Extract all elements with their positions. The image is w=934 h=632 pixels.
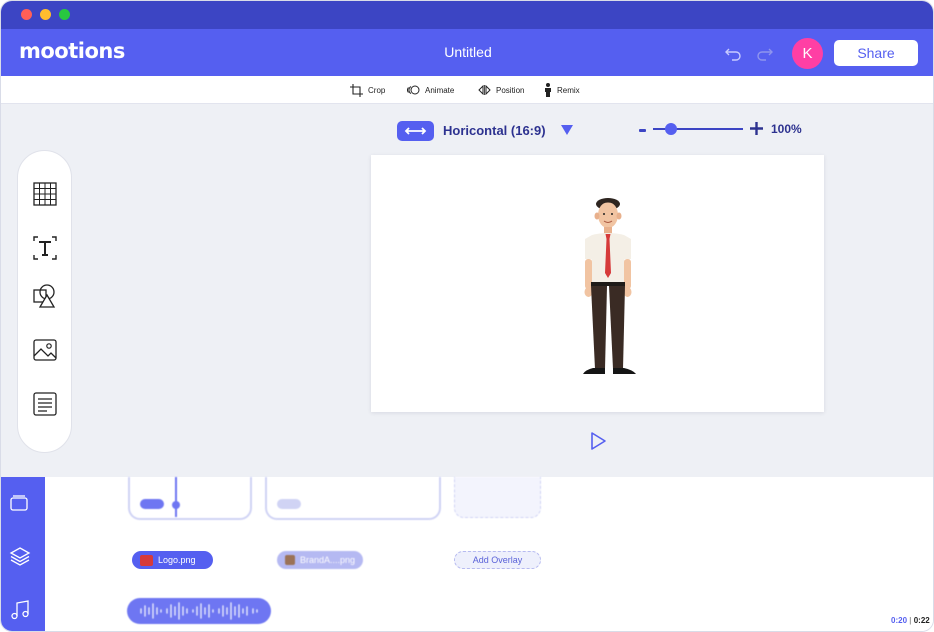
brand-thumbnail-icon bbox=[285, 555, 295, 565]
share-button[interactable]: Share bbox=[834, 40, 918, 66]
animate-icon bbox=[407, 85, 420, 95]
close-window-dot[interactable] bbox=[21, 9, 32, 20]
add-overlay-button[interactable]: Add Overlay bbox=[454, 551, 541, 569]
add-overlay-label: Add Overlay bbox=[472, 555, 523, 565]
logo-chip-label: Logo.png bbox=[158, 555, 196, 565]
animate-label: Animate bbox=[425, 85, 455, 95]
aspect-ratio-label[interactable]: Horicontal (16:9) bbox=[443, 123, 546, 138]
aspect-ratio-button[interactable] bbox=[397, 121, 434, 141]
remix-tool[interactable]: Remix bbox=[544, 82, 580, 98]
edit-toolbar: Crop Animate Position Remix bbox=[1, 76, 933, 104]
zoom-slider-knob[interactable] bbox=[665, 123, 677, 135]
crop-tool[interactable]: Crop bbox=[350, 82, 385, 98]
crop-icon bbox=[350, 83, 363, 97]
timecode: 0:20 | 0:22 bbox=[891, 616, 930, 625]
shapes-icon[interactable] bbox=[32, 283, 58, 309]
maximize-window-dot[interactable] bbox=[59, 9, 70, 20]
horizontal-arrows-icon bbox=[404, 127, 427, 135]
remix-label: Remix bbox=[557, 85, 580, 95]
scene-frame[interactable] bbox=[265, 477, 441, 520]
playhead-line[interactable] bbox=[175, 477, 177, 517]
layers-icon[interactable] bbox=[9, 545, 31, 566]
scene-badge bbox=[140, 499, 164, 509]
zoom-percent-label: 100% bbox=[771, 122, 802, 136]
play-icon[interactable] bbox=[588, 431, 608, 451]
user-avatar[interactable]: K bbox=[792, 38, 823, 69]
scenes-icon[interactable] bbox=[9, 493, 29, 513]
editor-stage: Horicontal (16:9) 100% bbox=[1, 104, 933, 477]
position-label: Position bbox=[496, 85, 525, 95]
document-icon[interactable] bbox=[32, 391, 58, 417]
scene-frame[interactable] bbox=[128, 477, 252, 520]
zoom-out-icon[interactable] bbox=[639, 129, 646, 132]
app-header: mootions Untitled K Share bbox=[1, 29, 933, 76]
brand-overlay-chip[interactable]: BrandA....png bbox=[277, 551, 363, 569]
text-icon[interactable] bbox=[32, 235, 58, 261]
waveform-icon bbox=[140, 602, 258, 620]
animate-tool[interactable]: Animate bbox=[407, 82, 454, 98]
flip-icon bbox=[478, 85, 491, 95]
crop-label: Crop bbox=[368, 85, 386, 95]
title-bar bbox=[1, 1, 933, 29]
audio-track[interactable] bbox=[127, 598, 271, 624]
video-canvas[interactable] bbox=[371, 155, 824, 412]
grid-icon[interactable] bbox=[32, 181, 58, 207]
app-window: mootions Untitled K Share Crop Animate P… bbox=[0, 0, 934, 632]
logo-thumbnail-icon bbox=[140, 554, 153, 566]
scene-badge bbox=[277, 499, 301, 509]
redo-icon[interactable] bbox=[755, 41, 775, 63]
add-scene-slot[interactable] bbox=[454, 477, 541, 518]
position-tool[interactable]: Position bbox=[478, 82, 524, 98]
caret-down-icon[interactable] bbox=[561, 125, 573, 135]
timeline-panel: Logo.png BrandA....png Add Overlay 0:20 … bbox=[1, 477, 933, 631]
current-time: 0:20 bbox=[891, 616, 908, 625]
person-icon bbox=[545, 83, 551, 97]
logo-overlay-chip[interactable]: Logo.png bbox=[132, 551, 213, 569]
music-icon[interactable] bbox=[9, 599, 29, 620]
undo-icon[interactable] bbox=[723, 41, 743, 63]
playhead-knob[interactable] bbox=[172, 501, 180, 509]
left-tool-panel bbox=[17, 150, 72, 453]
brand-chip-label: BrandA....png bbox=[299, 555, 355, 565]
timeline-sidebar bbox=[1, 477, 45, 631]
character-figure[interactable] bbox=[371, 155, 824, 412]
zoom-in-icon[interactable] bbox=[750, 122, 763, 135]
image-icon[interactable] bbox=[32, 337, 58, 363]
minimize-window-dot[interactable] bbox=[40, 9, 51, 20]
time-separator: | bbox=[909, 616, 912, 625]
total-time: 0:22 bbox=[913, 616, 930, 625]
